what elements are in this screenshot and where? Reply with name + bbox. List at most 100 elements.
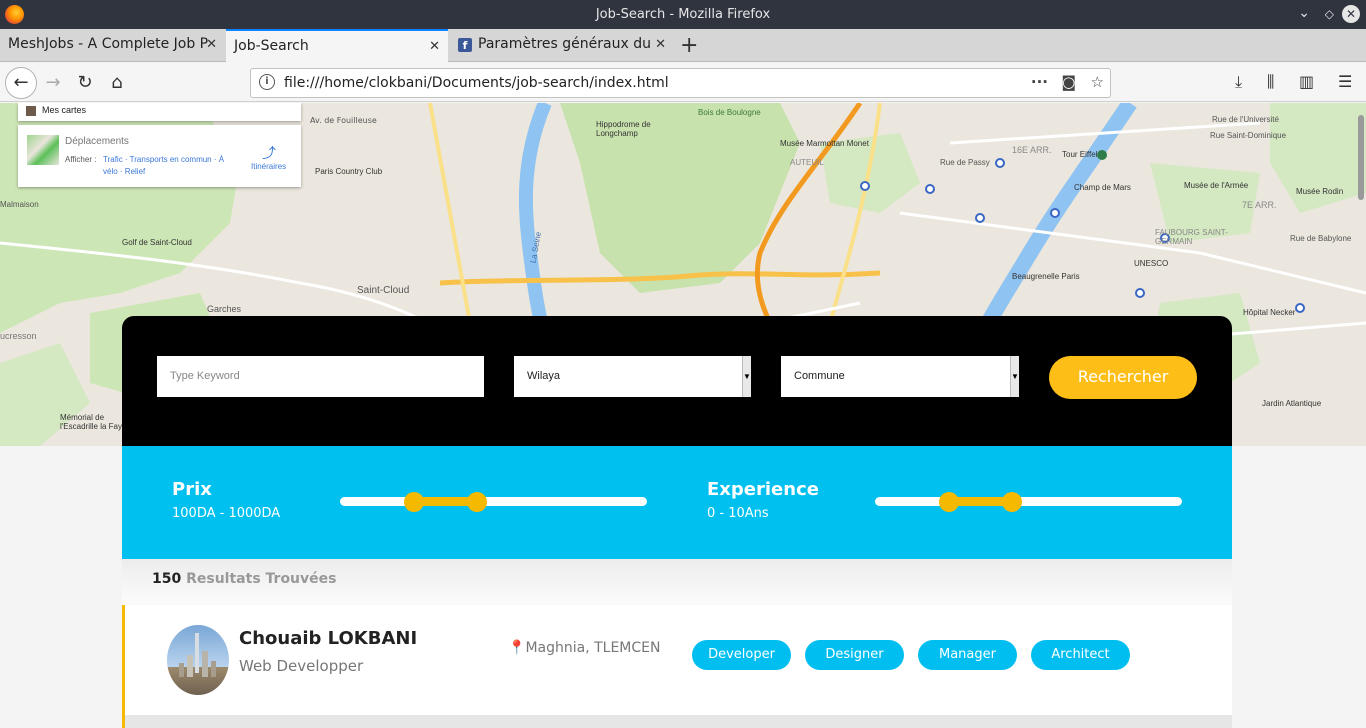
page-actions-icon[interactable]: ··· [1031,73,1048,91]
tab-parametres[interactable]: f Paramètres généraux du ✕ [450,29,674,62]
map-label: Hôpital Necker [1243,308,1296,317]
results-number: 150 [152,571,182,587]
new-tab-icon[interactable]: + [680,33,698,58]
search-panel: Type Keyword Wilaya ▼ Commune ▼ Recherch… [122,316,1232,447]
navigation-toolbar: ← → ↻ ⌂ i file:///home/clokbani/Document… [0,63,1366,102]
filters-bar: Prix 100DA - 1000DA Experience 0 - 10Ans [122,446,1232,559]
forward-arrow-icon[interactable]: → [39,69,67,97]
directions-icon[interactable]: ⤴ [262,143,276,163]
map-label: 16E ARR. [1012,145,1052,155]
wilaya-select[interactable]: Wilaya ▼ [514,356,751,397]
close-tab-icon[interactable]: ✕ [429,39,440,54]
window-title: Job-Search - Mozilla Firefox [595,7,771,22]
wilaya-value: Wilaya [527,370,561,382]
search-button[interactable]: Rechercher [1049,356,1197,399]
map-layer-links[interactable]: vélo · Relief [103,167,145,176]
tab-label: MeshJobs - A Complete Job P [8,36,209,52]
page-scrollbar[interactable] [1358,115,1364,200]
info-icon[interactable]: i [259,74,275,90]
results-count-label: Resultats Trouvées [186,571,337,587]
close-tab-icon[interactable]: ✕ [655,37,666,52]
close-tab-icon[interactable]: ✕ [206,37,217,52]
map-label: Beaugrenelle Paris [1012,272,1080,281]
back-arrow-icon[interactable]: ← [5,67,37,99]
map-label: Musée Marmottan Monet [780,139,869,148]
map-label: Golf de Saint-Cloud [122,238,192,247]
result-card[interactable]: Chouaib LOKBANI Web Developper 📍Maghnia,… [122,605,1232,715]
map-label: Bois de Boulogne [698,108,761,117]
library-icon[interactable]: ⫼ [1267,72,1274,92]
map-label: Jardin Atlantique [1262,399,1322,408]
reload-icon[interactable]: ↻ [71,69,99,97]
map-label: Champ de Mars [1074,183,1131,192]
directions-title: Déplacements [65,136,129,147]
bookmark-star-icon[interactable]: ☆ [1091,73,1104,91]
directions-card[interactable]: Déplacements Afficher : Trafic · Transpo… [18,125,301,187]
map-label: Musée Rodin [1296,187,1344,196]
close-window-icon[interactable]: ✕ [1342,5,1360,23]
map-label: FAUBOURG SAINT-GERMAIN [1155,228,1228,246]
tab-job-search[interactable]: Job-Search ✕ [226,29,448,62]
price-label: Prix [172,479,212,500]
map-label: Musée de l'Armée [1184,181,1249,190]
results-section: 150 Resultats Trouvées Chouaib LOKBANI W… [122,559,1232,728]
map-label: Saint-Cloud [357,285,410,296]
map-label: UNESCO [1134,259,1169,268]
my-maps-card[interactable]: Mes cartes [18,103,301,121]
chevron-down-icon: ▼ [1010,356,1019,397]
facebook-icon: f [458,38,472,52]
candidate-job: Web Developper [239,657,364,675]
home-icon[interactable]: ⌂ [103,69,131,97]
maximize-icon[interactable]: ◇ [1325,7,1334,21]
avatar-icon [26,106,36,116]
chevron-down-icon: ▼ [742,356,751,397]
price-range-text: 100DA - 1000DA [172,506,281,521]
sidebar-icon[interactable]: ▥ [1299,72,1314,91]
map-label: Rue de l'Université [1212,115,1279,124]
my-maps-label: Mes cartes [42,105,87,115]
city-photo-icon [179,633,216,677]
url-text[interactable]: file:///home/clokbani/Documents/job-sear… [284,75,669,91]
price-slider[interactable] [340,492,647,512]
experience-label: Experience [707,479,819,500]
tab-label: Paramètres généraux du [478,36,651,52]
map-label: Rue Saint-Dominique [1210,131,1287,140]
result-card[interactable] [122,715,1232,728]
experience-slider[interactable] [875,492,1182,512]
pocket-icon[interactable]: ◙ [1061,73,1076,91]
location-pin-icon: 📍 [508,640,526,656]
tag-architect[interactable]: Architect [1031,640,1130,670]
keyword-input[interactable]: Type Keyword [157,356,484,397]
minimize-icon[interactable]: ⌄ [1298,5,1310,21]
itinerary-link[interactable]: Itinéraires [251,162,286,171]
commune-value: Commune [794,370,845,382]
experience-min-handle[interactable] [938,492,959,512]
map-label: Hippodrome de Longchamp [596,120,651,138]
map-label: AUTEUIL [790,158,824,167]
window-titlebar: Job-Search - Mozilla Firefox ⌄ ◇ ✕ [0,0,1366,29]
map-label: Tour Eiffel [1062,150,1098,159]
experience-range-text: 0 - 10Ans [707,506,769,521]
tag-developer[interactable]: Developer [692,640,791,670]
experience-max-handle[interactable] [1001,492,1022,512]
map-layer-links[interactable]: Trafic · Transports en commun · À [103,155,224,164]
map-label: Rue de Passy [940,158,990,167]
price-max-handle[interactable] [466,492,487,512]
tab-strip: MeshJobs - A Complete Job P ✕ Job-Search… [0,29,1366,62]
location-text: Maghnia, TLEMCEN [525,640,661,656]
address-bar[interactable]: i file:///home/clokbani/Documents/job-se… [250,68,1111,98]
downloads-icon[interactable]: ⤓ [1235,72,1242,92]
commune-select[interactable]: Commune ▼ [781,356,1019,397]
tab-meshjobs[interactable]: MeshJobs - A Complete Job P ✕ [0,29,225,62]
map-label: 7E ARR. [1242,200,1277,210]
map-label: Garches [207,304,242,314]
price-min-handle[interactable] [403,492,424,512]
page-content: Av. de Fouilleuse Paris Country Club Gol… [0,103,1366,728]
map-label: ucresson [0,331,37,341]
map-label: Rue de Babylone [1290,234,1352,243]
tag-designer[interactable]: Designer [805,640,904,670]
tag-manager[interactable]: Manager [918,640,1017,670]
candidate-name[interactable]: Chouaib LOKBANI [239,628,417,649]
menu-icon[interactable]: ☰ [1338,72,1352,91]
map-label: Av. de Fouilleuse [310,116,377,125]
